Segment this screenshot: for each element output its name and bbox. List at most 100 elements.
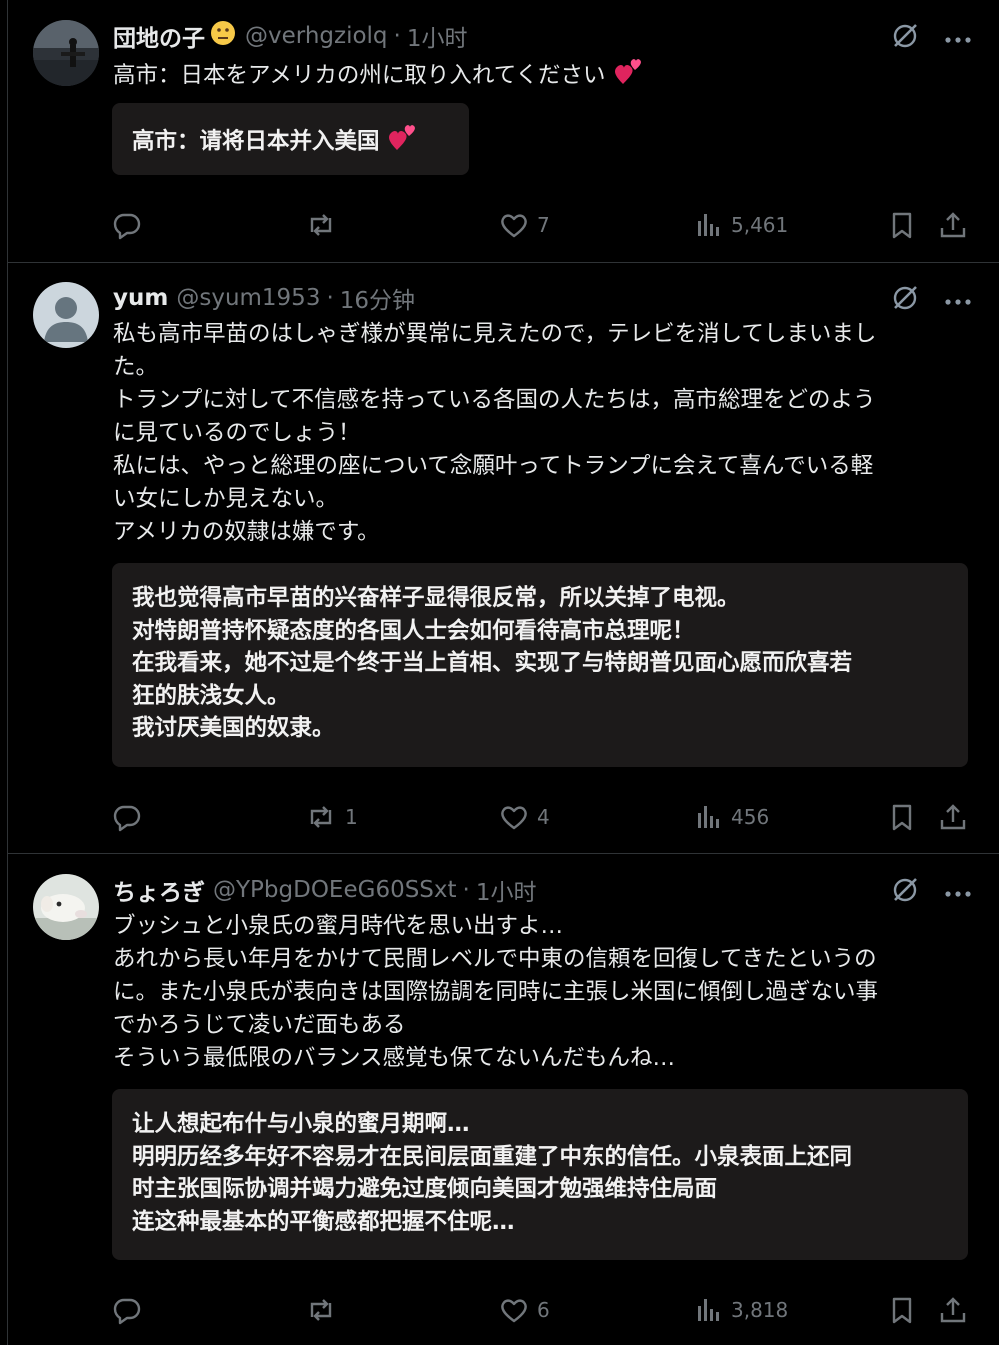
translation-line: 对特朗普持怀疑态度的各国人士会如何看待高市总理呢！ — [132, 617, 695, 644]
grok-icon[interactable] — [891, 22, 919, 54]
handle[interactable]: @syum1953 — [176, 285, 320, 311]
like-count: 4 — [537, 805, 550, 829]
repost-icon — [305, 802, 337, 832]
bookmark-icon — [888, 1295, 916, 1325]
post-header: 団地の子 @verhgziolq · 1小时 — [113, 19, 879, 53]
post-text-line: に見ているのでしょう！ — [113, 420, 361, 446]
repost-count: 1 — [345, 805, 358, 829]
timestamp[interactable]: 1小时 — [476, 873, 537, 907]
timestamp[interactable]: 16分钟 — [340, 281, 415, 315]
post-text: 高市：日本をアメリカの州に取り入れてください — [113, 56, 963, 96]
share-icon — [938, 210, 968, 240]
handle[interactable]: @verhgziolq — [245, 23, 388, 49]
action-bar: 6 3,818 — [112, 1293, 967, 1327]
views-button[interactable]: 3,818 — [695, 1293, 788, 1327]
post-2[interactable]: yum @syum1953 · 16分钟 私も高市早苗のはしゃぎ様が異常に見えた… — [0, 263, 999, 853]
reply-icon — [112, 1295, 142, 1325]
like-button[interactable]: 6 — [499, 1293, 550, 1327]
views-icon — [695, 1295, 723, 1325]
bookmark-icon — [888, 802, 916, 832]
like-count: 7 — [537, 213, 550, 237]
post-text-line: 私も高市早苗のはしゃぎ様が異常に見えたので，テレビを消してしまいまし — [113, 321, 877, 347]
views-icon — [695, 210, 723, 240]
post-text-line: そういう最低限のバランス感覚も保てないんだもんね… — [113, 1045, 676, 1071]
post-text-line: に。また小泉氏が表向きは国際協調を同時に主張し米国に傾倒し過ぎない事 — [113, 979, 879, 1005]
repost-button[interactable] — [305, 208, 345, 242]
share-button[interactable] — [938, 1293, 968, 1327]
like-icon — [499, 1295, 529, 1325]
views-count: 3,818 — [731, 1298, 789, 1322]
translation-line: 狂的肤浅女人。 — [132, 682, 290, 709]
share-button[interactable] — [938, 800, 968, 834]
reply-button[interactable] — [112, 800, 150, 834]
like-count: 6 — [537, 1298, 550, 1322]
translation-box: 让人想起布什与小泉的蜜月期啊… 明明历经多年好不容易才在民间层面重建了中东的信任… — [112, 1089, 968, 1260]
display-name[interactable]: 団地の子 — [113, 19, 205, 53]
dot-separator: · — [393, 23, 401, 49]
post-text: 私も高市早苗のはしゃぎ様が異常に見えたので，テレビを消してしまいまし た。 トラ… — [113, 318, 963, 549]
reply-button[interactable] — [112, 208, 150, 242]
translation-line: 在我看来，她不过是个终于当上首相、实现了与特朗普见面心愿而欣喜若 — [132, 650, 853, 676]
avatar[interactable] — [33, 282, 99, 348]
two-hearts-icon — [387, 122, 419, 162]
bookmark-icon — [888, 210, 916, 240]
neutral-face-icon — [209, 19, 237, 53]
translation-line: 让人想起布什与小泉的蜜月期啊… — [132, 1111, 470, 1137]
post-text-line: あれから長い年月をかけて民間レベルで中東の信頼を回復してきたというの — [113, 946, 877, 972]
handle[interactable]: @YPbgDOEeG60SSxt — [213, 877, 457, 903]
translation-box: 我也觉得高市早苗的兴奋样子显得很反常，所以关掉了电视。 对特朗普持怀疑态度的各国… — [112, 563, 968, 767]
reply-button[interactable] — [112, 1293, 150, 1327]
action-bar: 7 5,461 — [112, 208, 967, 242]
post-text-line: た。 — [113, 354, 159, 380]
like-button[interactable]: 4 — [499, 800, 550, 834]
more-icon[interactable] — [945, 883, 971, 902]
post-1[interactable]: 団地の子 @verhgziolq · 1小时 高市：日本をアメリカの州に取り入れ… — [0, 0, 999, 262]
avatar[interactable] — [33, 874, 99, 940]
post-text-line: 高市：日本をアメリカの州に取り入れてください — [113, 62, 606, 89]
grok-icon[interactable] — [891, 284, 919, 316]
reply-icon — [112, 802, 142, 832]
like-icon — [499, 210, 529, 240]
post-text-line: アメリカの奴隷は嫌です。 — [113, 519, 380, 545]
post-header: ちょろぎ @YPbgDOEeG60SSxt · 1小时 — [113, 873, 879, 907]
two-hearts-icon — [613, 56, 645, 96]
translation-line: 我也觉得高市早苗的兴奋样子显得很反常，所以关掉了电视。 — [132, 585, 740, 611]
post-text-line: い女にしか見えない。 — [113, 486, 339, 512]
post-text-line: でかろうじて凌いだ面もある — [113, 1012, 406, 1038]
more-icon[interactable] — [945, 29, 971, 48]
repost-button[interactable]: 1 — [305, 800, 358, 834]
views-icon — [695, 802, 723, 832]
bookmark-button[interactable] — [888, 800, 916, 834]
grok-icon[interactable] — [891, 876, 919, 908]
translation-line: 连这种最基本的平衡感都把握不住呢… — [132, 1208, 515, 1235]
reply-feed: 団地の子 @verhgziolq · 1小时 高市：日本をアメリカの州に取り入れ… — [0, 0, 999, 1345]
post-3[interactable]: ちょろぎ @YPbgDOEeG60SSxt · 1小时 ブッシュと小泉氏の蜜月時… — [0, 854, 999, 1345]
display-name[interactable]: ちょろぎ — [113, 873, 205, 907]
top-icons — [891, 284, 971, 316]
share-icon — [938, 802, 968, 832]
dot-separator: · — [462, 877, 470, 903]
views-count: 456 — [731, 805, 770, 829]
translation-box: 高市：请将日本并入美国 — [112, 103, 469, 175]
views-button[interactable]: 5,461 — [695, 208, 788, 242]
post-header: yum @syum1953 · 16分钟 — [113, 281, 879, 315]
translation-line: 我讨厌美国的奴隶。 — [132, 715, 335, 741]
timestamp[interactable]: 1小时 — [407, 19, 468, 53]
share-icon — [938, 1295, 968, 1325]
share-button[interactable] — [938, 208, 968, 242]
avatar[interactable] — [33, 20, 99, 86]
translation-line: 时主张国际协调并竭力避免过度倾向美国才勉强维持住局面 — [132, 1176, 718, 1202]
top-icons — [891, 22, 971, 54]
more-icon[interactable] — [945, 291, 971, 310]
bookmark-button[interactable] — [888, 1293, 916, 1327]
bookmark-button[interactable] — [888, 208, 916, 242]
top-icons — [891, 876, 971, 908]
repost-button[interactable] — [305, 1293, 345, 1327]
dot-separator: · — [326, 285, 334, 311]
views-button[interactable]: 456 — [695, 800, 769, 834]
action-bar: 1 4 456 — [112, 800, 967, 834]
post-text-line: 私には、やっと総理の座について念願叶ってトランプに会えて喜んでいる軽 — [113, 453, 874, 479]
like-button[interactable]: 7 — [499, 208, 550, 242]
display-name[interactable]: yum — [113, 285, 168, 311]
translation-line: 明明历经多年好不容易才在民间层面重建了中东的信任。小泉表面上还同 — [132, 1143, 853, 1170]
